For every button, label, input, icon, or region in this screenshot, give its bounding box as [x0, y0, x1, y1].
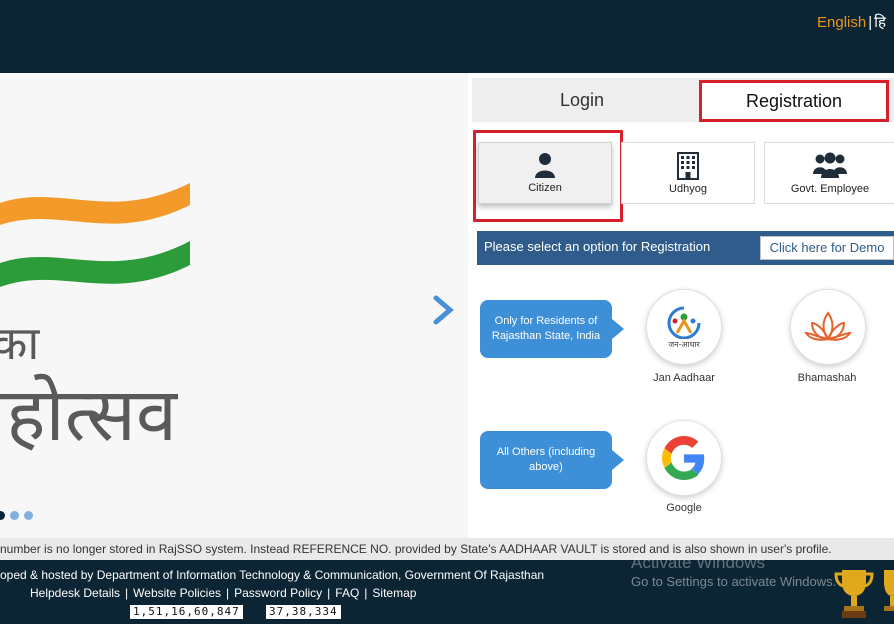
- bhamashah-option[interactable]: [790, 289, 866, 365]
- building-icon: [677, 152, 699, 185]
- govt-employee-option-button[interactable]: Govt. Employee: [764, 142, 894, 204]
- registration-instruction-text: Please select an option for Registration: [484, 239, 711, 254]
- carousel-dots: [0, 511, 33, 520]
- today-visitor-counter: 37,38,334: [266, 605, 341, 619]
- language-switcher: English | हि: [817, 12, 886, 32]
- all-others-bubble: All Others (including above): [480, 431, 624, 489]
- lang-english-link[interactable]: English: [817, 14, 866, 31]
- carousel-dot[interactable]: [24, 511, 33, 520]
- windows-activation-subtitle: Go to Settings to activate Windows.: [631, 574, 837, 589]
- jan-aadhaar-option[interactable]: जन-आधार: [646, 289, 722, 365]
- flag-ribbon-graphic: [0, 183, 190, 287]
- hero-carousel: का महोत्सव: [0, 73, 468, 538]
- udhyog-option-button[interactable]: Udhyog: [621, 142, 755, 204]
- google-icon: [662, 436, 705, 480]
- google-label: Google: [666, 502, 702, 514]
- lang-hindi-link[interactable]: हि: [874, 14, 886, 31]
- chevron-right-icon[interactable]: [432, 295, 456, 325]
- carousel-dot[interactable]: [0, 511, 5, 520]
- sitemap-link[interactable]: Sitemap: [372, 586, 416, 600]
- citizen-option-button[interactable]: Citizen: [478, 142, 612, 204]
- windows-activation-title: Activate Windows: [631, 553, 766, 572]
- jan-aadhaar-logo-icon: जन-आधार: [664, 305, 704, 350]
- faq-link[interactable]: FAQ: [335, 586, 359, 600]
- demo-button[interactable]: Click here for Demo: [760, 236, 894, 260]
- auth-tabs: Login Registration: [472, 78, 894, 122]
- govt-employee-label: Govt. Employee: [790, 183, 870, 195]
- trophy-icon: [834, 570, 874, 618]
- hero-text-line2: महोत्सव: [0, 372, 178, 458]
- lang-separator: |: [868, 14, 873, 31]
- total-visitor-counter: 1,51,16,60,847: [130, 605, 243, 619]
- carousel-dot[interactable]: [10, 511, 19, 520]
- user-icon: [534, 152, 556, 183]
- trophy-icon: [884, 570, 894, 611]
- users-group-icon: [813, 152, 847, 183]
- jan-aadhaar-logo-text: जन-आधार: [668, 339, 700, 349]
- bhamashah-label: Bhamashah: [797, 372, 857, 384]
- jan-aadhaar-label: Jan Aadhaar: [653, 372, 715, 384]
- developed-by-text: oped & hosted by Department of Informati…: [0, 568, 545, 582]
- tab-login[interactable]: Login: [472, 78, 692, 122]
- tab-registration[interactable]: Registration: [699, 80, 889, 122]
- residents-only-text: Only for Residents of Rajasthan State, I…: [491, 315, 601, 342]
- citizen-label: Citizen: [528, 182, 562, 194]
- password-policy-link[interactable]: Password Policy: [234, 586, 322, 600]
- residents-only-bubble: Only for Residents of Rajasthan State, I…: [480, 300, 624, 358]
- all-others-text: All Others (including above): [496, 446, 596, 473]
- footer-links: Helpdesk Details | Website Policies | Passwo…: [30, 586, 417, 600]
- website-policies-link[interactable]: Website Policies: [133, 586, 221, 600]
- helpdesk-details-link[interactable]: Helpdesk Details: [30, 586, 120, 600]
- google-option[interactable]: [646, 420, 722, 496]
- udhyog-label: Udhyog: [669, 183, 707, 195]
- top-header-bar: English | हि: [0, 0, 894, 73]
- lotus-icon: [804, 311, 852, 341]
